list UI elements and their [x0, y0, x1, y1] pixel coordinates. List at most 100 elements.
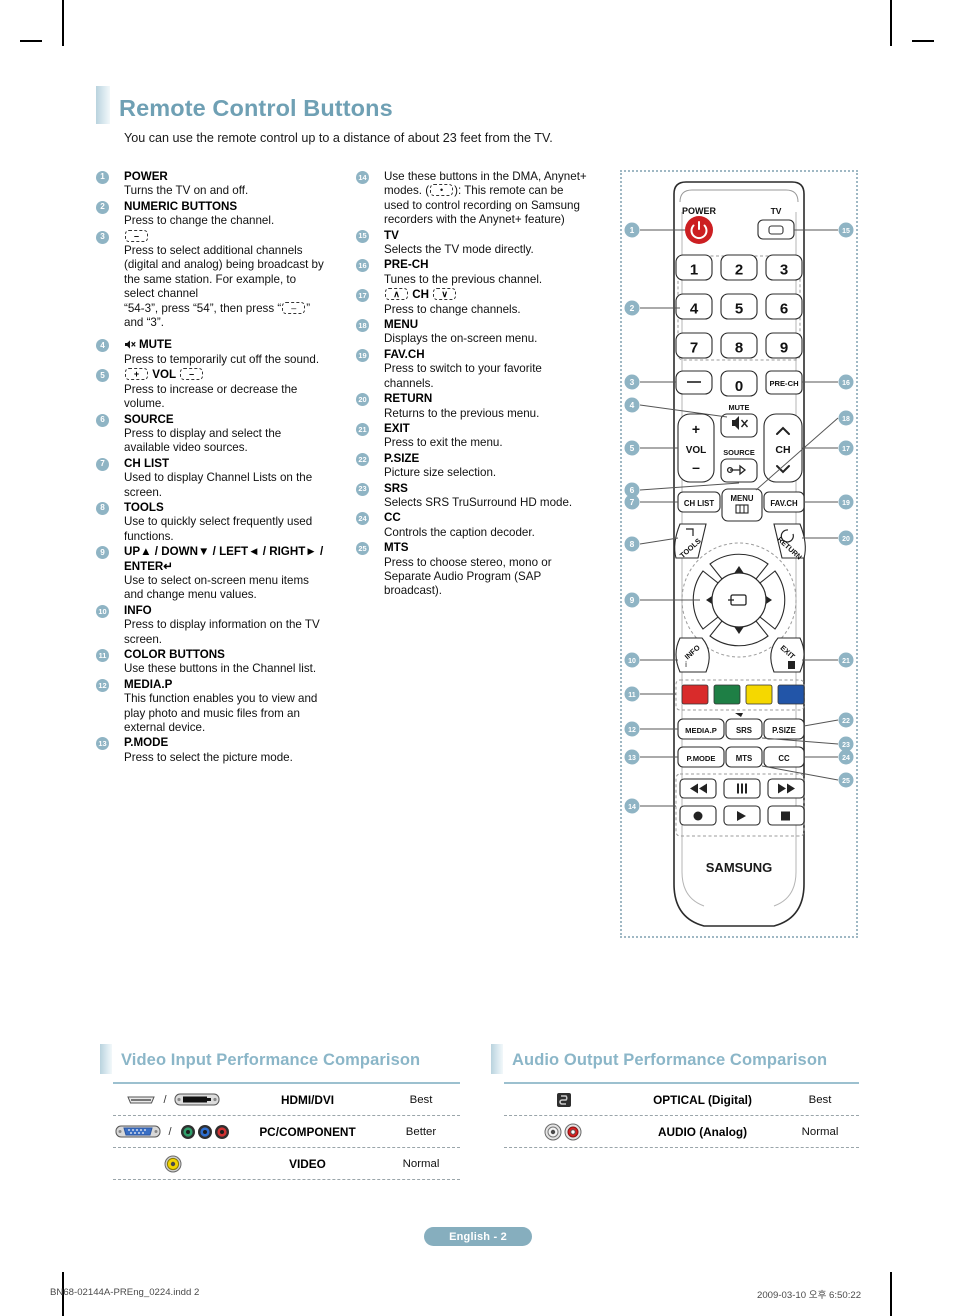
callout-8-leader [639, 537, 679, 545]
component-jacks-icon [180, 1124, 229, 1139]
entry-body-11: Use these buttons in the Channel list. [124, 662, 317, 676]
vol-up-label: + [692, 421, 700, 437]
entry-body-13: Press to select the picture mode. [124, 750, 293, 764]
psize-label: P.SIZE [772, 726, 796, 735]
tv-button[interactable] [757, 219, 795, 240]
entry-title-11: COLOR BUTTONS [124, 648, 225, 661]
remote-button-entry-5: 5 + VOL – Press to increase or decrease th… [96, 368, 328, 411]
callout-6-number: 6 [630, 485, 635, 495]
entry-number-4: 4 [96, 339, 109, 353]
exit-icon [788, 661, 795, 669]
remote-button-entry-18: 18 MENU Displays the on-screen menu. [356, 318, 588, 347]
remote-button-entry-7: 7 CH LIST Used to display Channel Lists on… [96, 457, 328, 500]
crop-mark-top-right-horizontal [912, 40, 934, 42]
mediap-label: MEDIA.P [685, 726, 717, 735]
entry-number-11: 11 [96, 649, 109, 662]
remote-button-entry-13: 13 P.MODE Press to select the picture mode… [96, 736, 328, 765]
cc-label: CC [778, 754, 790, 763]
enter-button[interactable] [711, 572, 767, 628]
entry-body-24: Controls the caption decoder. [384, 525, 535, 539]
color-button-3[interactable] [777, 684, 805, 705]
entry-number-24: 24 [356, 512, 369, 526]
entry-body-25: Press to choose stereo, mono or Separate… [384, 555, 552, 598]
remote-button-entry-23: 23 SRS Selects SRS TruSurround HD mode. [356, 482, 588, 511]
callout-1-number: 1 [630, 225, 635, 235]
chlist-label: CH LIST [684, 499, 715, 508]
callout-17-number: 17 [842, 446, 850, 453]
callout-3-number: 3 [630, 377, 635, 387]
callout-14-number: 14 [628, 804, 636, 811]
entry-title-15: TV [384, 228, 399, 242]
video-comparison-heading: Video Input Performance Comparison [100, 1044, 420, 1074]
callout-8-number: 8 [630, 539, 635, 549]
callout-7-number: 7 [630, 497, 635, 507]
callout-10-number: 10 [628, 658, 636, 665]
entry-number-13: 13 [96, 737, 109, 751]
mts-label: MTS [736, 754, 752, 763]
power-label: POWER [682, 206, 717, 216]
remote-button-entry-4: 4 MUTE Press to temporarily cut off the so… [96, 338, 328, 367]
entry-number-17: 17 [356, 289, 369, 303]
entry-body-20: Returns to the previous menu. [384, 406, 540, 420]
crop-mark-top-left-vertical [62, 0, 64, 46]
entry-number-25: 25 [356, 542, 369, 556]
entry-title-18: MENU [384, 318, 419, 332]
callout-2-number: 2 [630, 303, 635, 313]
remote-button-entry-22: 22 P.SIZE Picture size selection. [356, 452, 588, 481]
entry-body-19: Press to switch to your favorite channel… [384, 362, 542, 390]
vol-label: VOL [686, 445, 707, 456]
video-row-icons [113, 1155, 233, 1173]
stop-icon [781, 811, 790, 821]
entry-title-24: CC [384, 511, 401, 525]
entry-number-1: 1 [96, 171, 109, 184]
callout-4-number: 4 [630, 400, 635, 410]
color-button-0[interactable] [681, 684, 709, 705]
entry-body-extra-3: “54-3”, press “54”, then press “–” and “… [124, 301, 311, 330]
entry-body-16: Tunes to the previous channel. [384, 272, 543, 286]
crop-mark-top-right-vertical [890, 0, 892, 46]
color-button-2[interactable] [745, 684, 773, 705]
ch-label: CH [775, 444, 790, 456]
remote-illustration: POWER1TV151 2 34 5 67 8 923 0 PRE-CH 16MUTE4SOURC… [624, 181, 854, 927]
video-row-name: PC/COMPONENT [259, 1124, 356, 1139]
entry-title-23: SRS [384, 481, 408, 495]
remote-button-entry-20: 20 RETURN Returns to the previous menu. [356, 392, 588, 421]
entry-title-1: POWER [124, 170, 168, 183]
entry-title-16: PRE-CH [384, 258, 429, 272]
entry-body-14: Use these buttons in the DMA, Anynet+ mo… [384, 170, 587, 227]
audio-row: AUDIO (Analog) Normal [504, 1116, 859, 1148]
pmode-label: P.MODE [687, 754, 716, 763]
entry-number-21: 21 [356, 422, 369, 436]
icon-separator: / [168, 1125, 172, 1138]
vol-down-label: – [692, 459, 700, 475]
remote-button-entry-6: 6 SOURCE Press to display and select the a… [96, 413, 328, 456]
remote-control-diagram: POWER 1 TV 15 1 2 3 4 5 6 7 8 9 2 3 0 PRE-CH 16 MUTE 4 SOURC… [620, 170, 858, 938]
callout-23-number: 23 [842, 742, 850, 749]
entry-number-2: 2 [96, 200, 109, 214]
ch-down-key-icon: ∨ [433, 288, 457, 301]
video-row-rank: Best [409, 1093, 433, 1106]
video-row: / HDMI/DVI Best [113, 1084, 460, 1116]
entry-body-18: Displays the on-screen menu. [384, 332, 538, 346]
entry-title-13: P.MODE [124, 736, 169, 750]
callout-19-number: 19 [842, 500, 850, 507]
entry-body-12: This function enables you to view and pl… [124, 692, 318, 735]
dvi-connector-icon [174, 1093, 220, 1106]
button-list-middle: 14 Use these buttons in the DMA, Anynet+ … [356, 170, 588, 600]
entry-title-5: + VOL – [124, 368, 328, 382]
entry-number-15: 15 [356, 229, 369, 243]
color-button-1[interactable] [713, 684, 741, 705]
entry-number-16: 16 [356, 259, 369, 273]
entry-number-9: 9 [96, 546, 109, 560]
entry-body-3: Press to select additional channels (dig… [124, 244, 324, 301]
record-key-icon: • [430, 184, 454, 197]
video-row-rank: Normal [402, 1157, 440, 1170]
callout-9-number: 9 [630, 595, 635, 605]
entry-title-4: MUTE [124, 338, 328, 352]
callout-15-number: 15 [842, 228, 850, 235]
remote-button-entry-24: 24 CC Controls the caption decoder. [356, 511, 588, 540]
remote-button-entry-1: 1 POWER Turns the TV on and off. [96, 170, 328, 199]
number-label-4: 4 [690, 301, 699, 318]
entry-spacer [124, 330, 328, 337]
video-row-name: HDMI/DVI [280, 1092, 335, 1107]
